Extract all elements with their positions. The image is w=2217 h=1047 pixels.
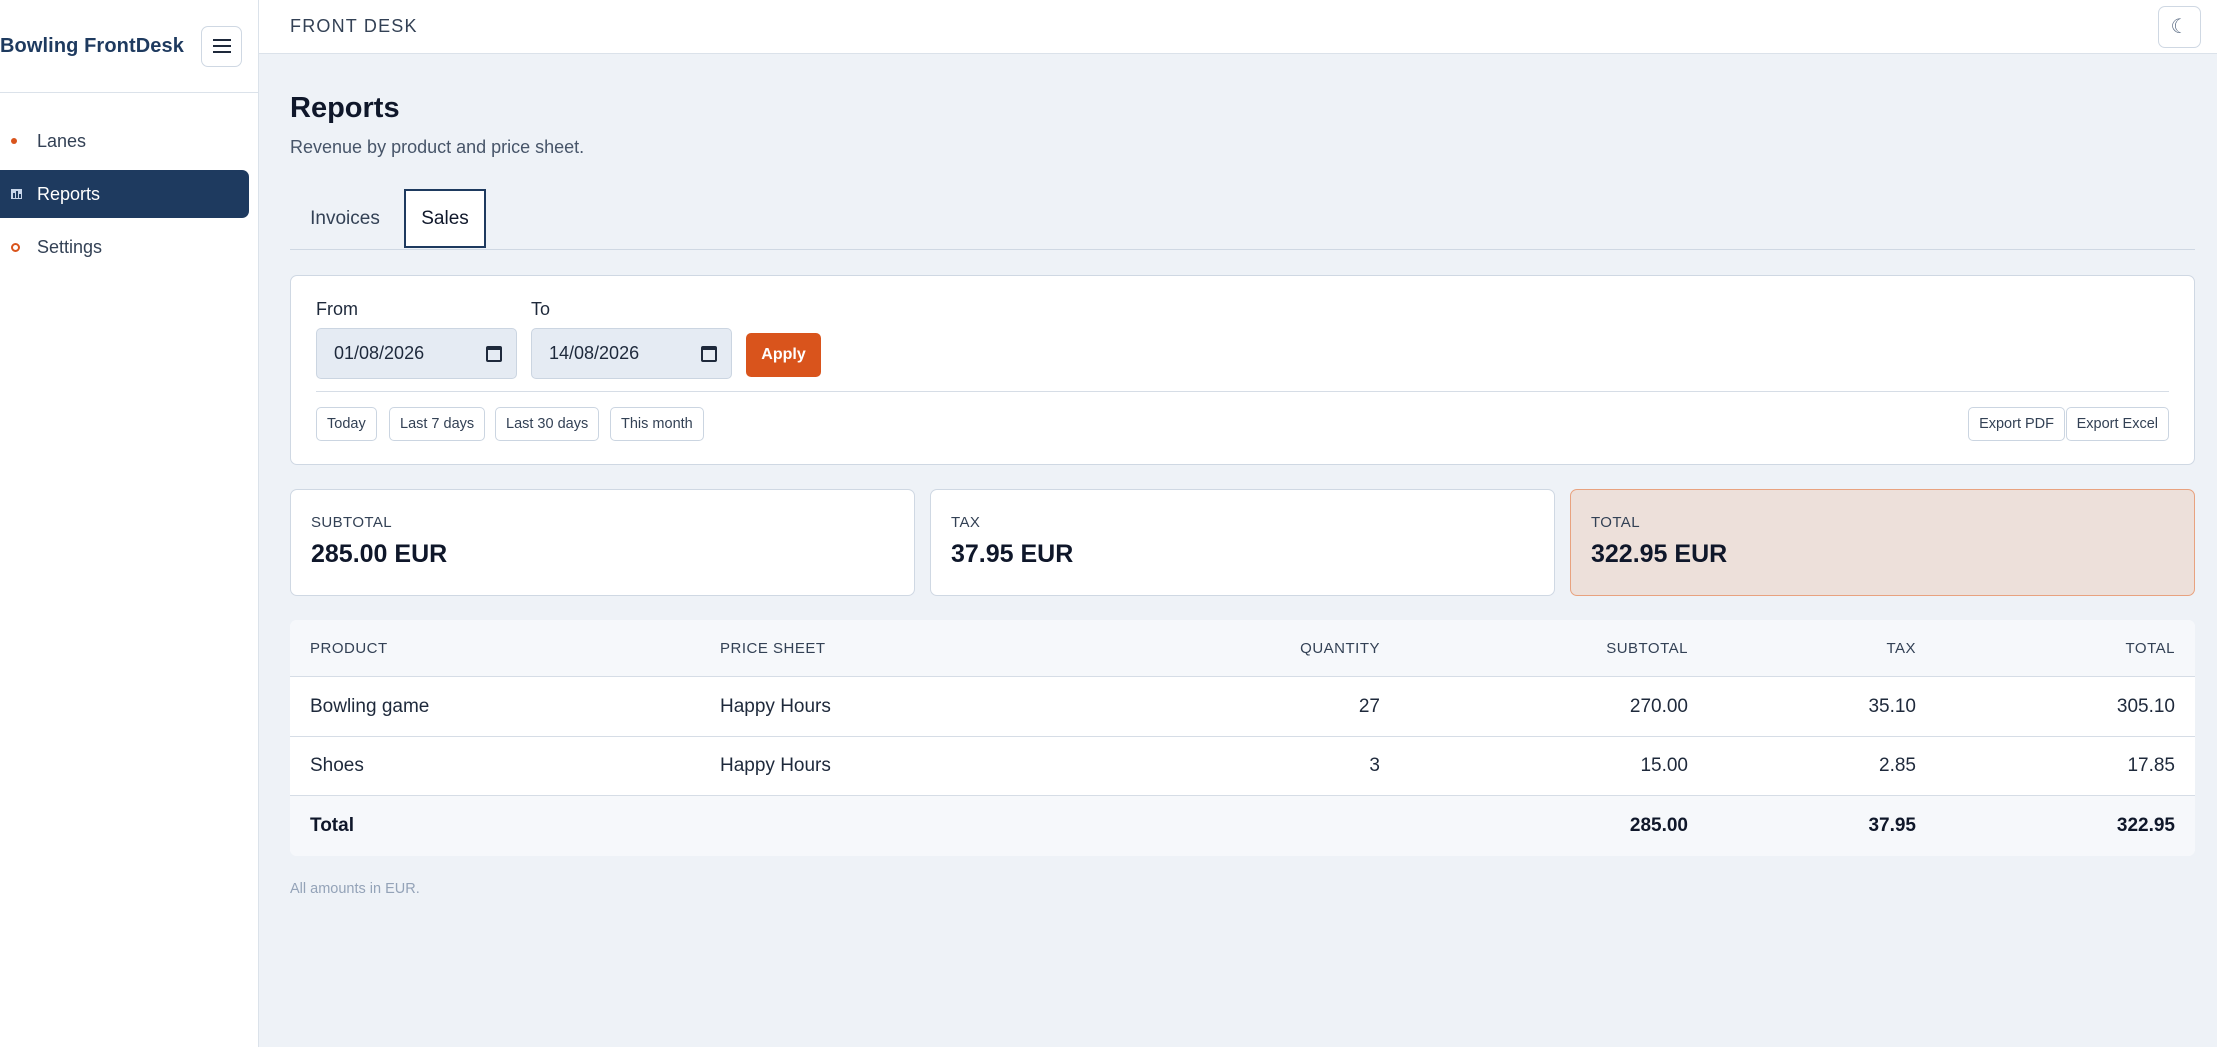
from-date-value: 01/08/2026 (334, 343, 425, 363)
col-header-quantity: QUANTITY (1300, 639, 1380, 657)
topbar-title: FRONT DESK (290, 16, 418, 36)
sidebar-item-label: Settings (37, 236, 103, 257)
col-header-price-sheet: PRICE SHEET (720, 639, 826, 657)
calendar-icon[interactable] (701, 345, 717, 362)
subtotal-card: SUBTOTAL 285.00 EUR (290, 489, 915, 596)
tax-card-label: TAX (951, 514, 981, 531)
totals-label: Total (310, 815, 354, 836)
tax-card-value: 37.95 EUR (951, 540, 1074, 568)
hamburger-menu-button[interactable] (201, 25, 242, 67)
cell-product: Bowling game (310, 695, 430, 717)
bar-chart-icon (11, 189, 27, 199)
sidebar-item-label: Reports (37, 183, 101, 204)
cell-subtotal: 15.00 (1640, 755, 1688, 776)
cell-quantity: 3 (1369, 755, 1380, 776)
cell-subtotal: 270.00 (1629, 695, 1688, 717)
preset-last-30-days-button[interactable]: Last 30 days (495, 407, 600, 441)
moon-icon: ☾ (2170, 16, 2189, 38)
gear-icon (11, 242, 27, 252)
from-date-input[interactable]: 01/08/2026 (316, 328, 517, 379)
sidebar: Bowling FrontDesk Lanes Reports Settings (0, 0, 259, 1047)
total-card-value: 322.95 EUR (1591, 540, 1728, 568)
col-header-product: PRODUCT (310, 639, 388, 657)
total-card: TOTAL 322.95 EUR (1570, 489, 2195, 596)
sidebar-item-settings[interactable]: Settings (0, 223, 248, 271)
totals-total: 322.95 (2116, 815, 2175, 836)
subtotal-card-value: 285.00 EUR (311, 540, 448, 568)
preset-today-button[interactable]: Today (316, 407, 377, 441)
cell-product: Shoes (310, 755, 364, 776)
tab-sales[interactable]: Sales (404, 189, 486, 248)
sidebar-item-reports[interactable]: Reports (0, 170, 249, 218)
calendar-icon[interactable] (486, 345, 502, 362)
page-subtitle: Revenue by product and price sheet. (290, 137, 585, 157)
export-pdf-button[interactable]: Export PDF (1968, 407, 2065, 441)
cell-price-sheet: Happy Hours (720, 755, 831, 776)
tabs-divider (290, 249, 2195, 250)
cell-total: 17.85 (2127, 755, 2175, 776)
sales-table: PRODUCT PRICE SHEET QUANTITY SUBTOTAL TA… (290, 620, 2195, 856)
from-label: From (316, 299, 358, 319)
cell-quantity: 27 (1358, 695, 1380, 717)
table-row: Bowling game Happy Hours 27 270.00 35.10… (290, 677, 2195, 737)
cell-total: 305.10 (2116, 695, 2175, 717)
preset-last-7-days-button[interactable]: Last 7 days (389, 407, 486, 441)
to-label: To (531, 299, 551, 319)
to-date-input[interactable]: 14/08/2026 (531, 328, 732, 379)
tax-card: TAX 37.95 EUR (930, 489, 1555, 596)
tab-invoices[interactable]: Invoices (290, 189, 400, 248)
theme-toggle-button[interactable]: ☾ (2158, 5, 2201, 48)
dot-icon (11, 138, 27, 144)
subtotal-card-label: SUBTOTAL (311, 514, 392, 531)
apply-button[interactable]: Apply (746, 333, 821, 377)
filter-card: From 01/08/2026 To 14/08/2026 Apply Toda… (290, 275, 2195, 465)
to-date-value: 14/08/2026 (549, 343, 640, 363)
table-header-row: PRODUCT PRICE SHEET QUANTITY SUBTOTAL TA… (290, 620, 2195, 677)
sidebar-nav: Lanes Reports Settings (0, 93, 258, 271)
hamburger-icon (212, 39, 231, 53)
table-totals-row: Total 285.00 37.95 322.95 (290, 796, 2195, 856)
cell-tax: 2.85 (1879, 755, 1916, 776)
cell-price-sheet: Happy Hours (720, 695, 831, 717)
totals-subtotal: 285.00 (1629, 815, 1688, 836)
total-card-label: TOTAL (1591, 514, 1640, 531)
filter-divider (316, 391, 2169, 392)
sidebar-item-label: Lanes (37, 130, 87, 151)
cell-tax: 35.10 (1868, 695, 1916, 717)
preset-this-month-button[interactable]: This month (610, 407, 704, 441)
col-header-tax: TAX (1886, 639, 1916, 657)
page-title: Reports (290, 92, 400, 124)
table-row: Shoes Happy Hours 3 15.00 2.85 17.85 (290, 737, 2195, 796)
totals-tax: 37.95 (1868, 815, 1916, 836)
col-header-total: TOTAL (2125, 639, 2175, 657)
col-header-subtotal: SUBTOTAL (1606, 639, 1688, 657)
topbar: FRONT DESK ☾ (259, 0, 2217, 54)
brand-title: Bowling FrontDesk (0, 34, 184, 57)
sidebar-item-lanes[interactable]: Lanes (0, 117, 248, 165)
export-excel-button[interactable]: Export Excel (2065, 407, 2169, 441)
currency-footnote: All amounts in EUR. (290, 881, 420, 897)
brand-row: Bowling FrontDesk (0, 0, 258, 93)
